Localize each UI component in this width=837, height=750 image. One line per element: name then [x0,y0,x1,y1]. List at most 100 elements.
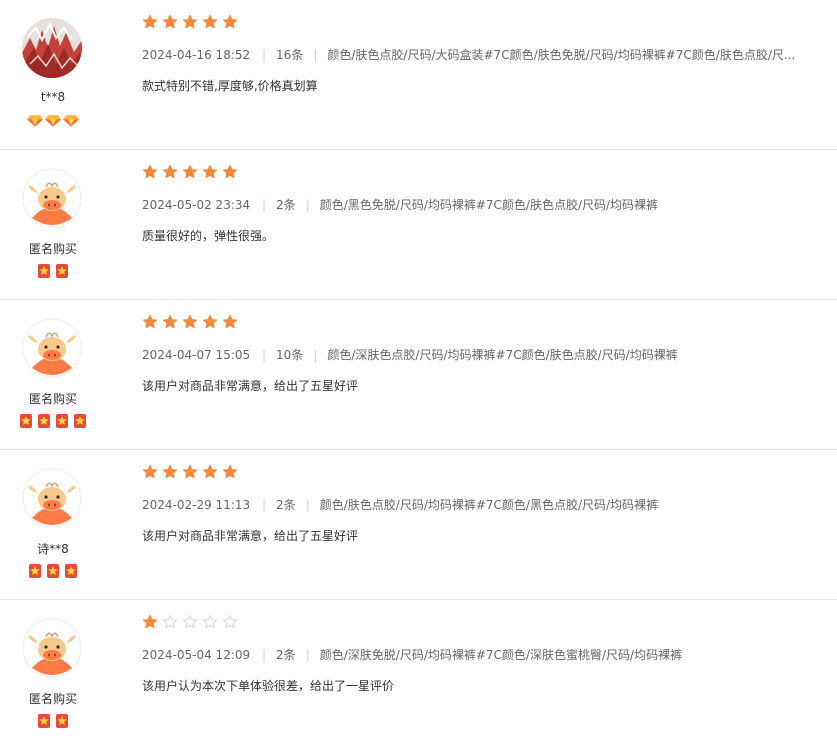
star-filled-icon [202,164,218,184]
star-medal-badge-icon [44,560,62,579]
purchase-count: 16条 [276,48,304,62]
star-filled-icon [182,14,198,34]
review-date: 2024-04-16 18:52 [142,47,251,62]
star-filled-icon [182,164,198,184]
star-medal-badge-icon [35,710,53,729]
review-item: 诗**8 2024-02-29 11:13 | 2条 | 颜色/肤色点胶/尺码/… [0,450,837,600]
review-content: 2024-05-04 12:09 | 2条 | 颜色/深肤免脱/尺码/均码裸裤#… [142,614,817,694]
star-medal-badge-icon [53,710,71,729]
review-comment: 款式特别不错,厚度够,价格真划算 [142,79,318,93]
avatar[interactable] [22,168,82,228]
diamond-badge-icon [26,110,44,129]
star-filled-icon [222,314,238,334]
meta-separator: | [305,647,310,662]
reviewer-info: t**8 [0,0,106,150]
star-filled-icon [142,614,158,634]
review-item: 匿名购买 2024-04-07 15:05 | 10条 | 颜色/深肤色点胶/尺… [0,300,837,450]
reviewer-info: 诗**8 [0,450,106,600]
review-item: t**8 2024-04-16 18:52 | 16条 | 颜色/肤色点胶/尺码… [0,0,837,150]
star-medal-badge-icon [26,560,44,579]
meta-separator: | [305,497,310,512]
meta-separator: | [262,647,267,662]
review-list: t**8 2024-04-16 18:52 | 16条 | 颜色/肤色点胶/尺码… [0,0,837,750]
member-badges [0,710,106,729]
review-date: 2024-05-02 23:34 [142,197,251,212]
star-filled-icon [182,464,198,484]
diamond-badge-icon [44,110,62,129]
reviewer-name: t**8 [40,90,66,104]
star-empty-icon [182,614,198,634]
meta-separator: | [262,197,267,212]
meta-separator: | [262,347,267,362]
product-spec: 颜色/肤色点胶/尺码/均码裸裤#7C颜色/黑色点胶/尺码/均码裸裤 [319,498,659,512]
star-medal-badge-icon [53,410,71,429]
reviewer-info: 匿名购买 [0,150,106,300]
review-item: 匿名购买 2024-05-04 12:09 | 2条 | 颜色/深肤免脱/尺码/… [0,600,837,750]
review-content: 2024-02-29 11:13 | 2条 | 颜色/肤色点胶/尺码/均码裸裤#… [142,464,817,544]
star-medal-badge-icon [62,560,80,579]
review-meta: 2024-04-07 15:05 | 10条 | 颜色/深肤色点胶/尺码/均码裸… [142,346,817,363]
rating-stars [142,164,817,184]
member-badges [0,560,106,579]
review-meta: 2024-05-04 12:09 | 2条 | 颜色/深肤免脱/尺码/均码裸裤#… [142,646,817,663]
review-comment: 质量很好的，弹性很强。 [142,229,275,243]
star-filled-icon [162,14,178,34]
reviewer-name: 诗**8 [37,542,69,556]
member-badges [0,260,106,279]
star-medal-badge-icon [53,260,71,279]
purchase-count: 2条 [276,648,296,662]
avatar[interactable] [22,318,82,378]
avatar[interactable] [22,468,82,528]
review-content: 2024-04-07 15:05 | 10条 | 颜色/深肤色点胶/尺码/均码裸… [142,314,817,394]
star-filled-icon [182,314,198,334]
rating-stars [142,314,817,334]
product-spec: 颜色/深肤色点胶/尺码/均码裸裤#7C颜色/肤色点胶/尺码/均码裸裤 [327,348,678,362]
avatar[interactable] [22,18,82,78]
star-empty-icon [162,614,178,634]
star-medal-badge-icon [71,410,89,429]
meta-separator: | [262,47,267,62]
star-filled-icon [202,314,218,334]
review-item: 匿名购买 2024-05-02 23:34 | 2条 | 颜色/黑色免脱/尺码/… [0,150,837,300]
member-badges [0,110,106,129]
purchase-count: 2条 [276,498,296,512]
star-filled-icon [142,164,158,184]
purchase-count: 10条 [276,348,304,362]
review-meta: 2024-05-02 23:34 | 2条 | 颜色/黑色免脱/尺码/均码裸裤#… [142,196,817,213]
review-comment: 该用户对商品非常满意，给出了五星好评 [142,379,359,393]
review-meta: 2024-04-16 18:52 | 16条 | 颜色/肤色点胶/尺码/大码盒装… [142,46,817,63]
star-filled-icon [222,14,238,34]
star-filled-icon [222,164,238,184]
star-medal-badge-icon [35,260,53,279]
star-filled-icon [222,464,238,484]
star-filled-icon [162,464,178,484]
rating-stars [142,614,817,634]
review-date: 2024-05-04 12:09 [142,647,251,662]
star-filled-icon [142,14,158,34]
star-filled-icon [202,464,218,484]
reviewer-info: 匿名购买 [0,600,106,750]
star-filled-icon [202,14,218,34]
meta-separator: | [262,497,267,512]
star-medal-badge-icon [35,410,53,429]
reviewer-info: 匿名购买 [0,300,106,450]
rating-stars [142,464,817,484]
product-spec: 颜色/黑色免脱/尺码/均码裸裤#7C颜色/肤色点胶/尺码/均码裸裤 [319,198,659,212]
review-comment: 该用户认为本次下单体验很差，给出了一星评价 [142,679,395,693]
diamond-badge-icon [62,110,80,129]
rating-stars [142,14,817,34]
star-medal-badge-icon [17,410,35,429]
meta-separator: | [313,47,318,62]
reviewer-name: 匿名购买 [28,392,77,406]
star-filled-icon [162,314,178,334]
review-date: 2024-02-29 11:13 [142,497,251,512]
reviewer-name: 匿名购买 [28,692,77,706]
star-filled-icon [142,464,158,484]
review-content: 2024-05-02 23:34 | 2条 | 颜色/黑色免脱/尺码/均码裸裤#… [142,164,817,244]
member-badges [0,410,106,429]
star-empty-icon [222,614,238,634]
star-filled-icon [142,314,158,334]
product-spec: 颜色/深肤免脱/尺码/均码裸裤#7C颜色/深肤色蜜桃臀/尺码/均码裸裤 [319,648,683,662]
review-content: 2024-04-16 18:52 | 16条 | 颜色/肤色点胶/尺码/大码盒装… [142,14,817,94]
avatar[interactable] [22,618,82,678]
